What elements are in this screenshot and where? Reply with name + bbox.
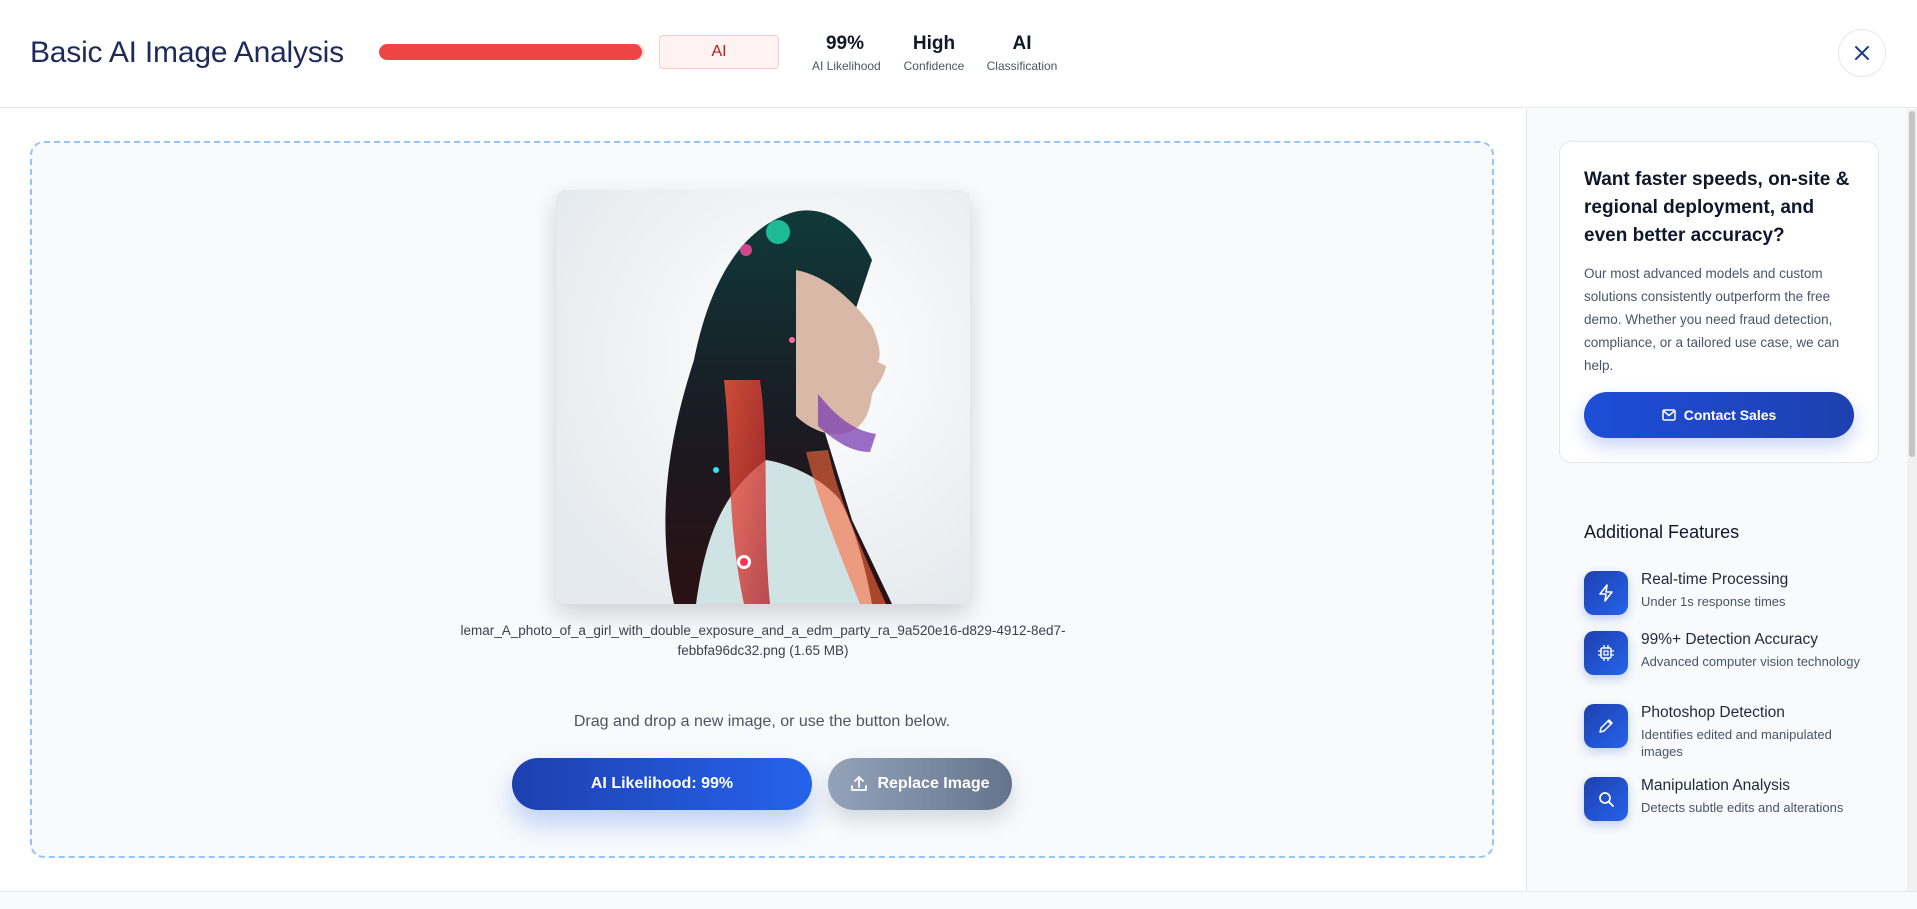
main-panel: lemar_A_photo_of_a_girl_with_double_expo… [0, 109, 1526, 891]
contact-sales-label: Contact Sales [1683, 407, 1777, 423]
stat-label: AI Likelihood [812, 59, 881, 73]
feature-desc: Detects subtle edits and alterations [1641, 800, 1844, 815]
feature-title: Photoshop Detection [1641, 704, 1785, 721]
stat-label: Confidence [903, 59, 965, 73]
app-header: Basic AI Image Analysis AI 99% AI Likeli… [0, 0, 1917, 108]
feature-desc: Under 1s response times [1641, 594, 1786, 609]
page-title: Basic AI Image Analysis [30, 36, 344, 69]
replace-image-button[interactable]: Replace Image [828, 758, 1012, 810]
ai-likelihood-bar [379, 44, 645, 60]
classification-badge: AI [659, 35, 779, 69]
image-dropzone[interactable]: lemar_A_photo_of_a_girl_with_double_expo… [30, 141, 1494, 858]
feature-desc: Advanced computer vision technology [1641, 654, 1860, 669]
close-icon [1855, 46, 1869, 60]
scrollbar-thumb[interactable] [1909, 111, 1915, 457]
contact-sales-button[interactable]: Contact Sales [1584, 392, 1854, 438]
replace-image-label: Replace Image [877, 775, 990, 792]
close-button[interactable] [1838, 29, 1886, 77]
stat-value: High [912, 33, 956, 54]
stat-confidence: High Confidence [902, 33, 966, 73]
chip-icon [1584, 631, 1628, 675]
ai-likelihood-button[interactable]: AI Likelihood: 99% [512, 758, 812, 810]
mail-icon [1661, 409, 1676, 421]
features-heading: Additional Features [1584, 522, 1740, 542]
sidebar: Want faster speeds, on-site & regional d… [1526, 109, 1917, 891]
feature-item: Photoshop Detection Identifies edited an… [1584, 704, 1884, 764]
stat-value: 99% [825, 33, 865, 54]
feature-title: Manipulation Analysis [1641, 777, 1791, 794]
ai-likelihood-bar-fill [379, 44, 643, 60]
stat-label: Classification [986, 59, 1058, 73]
stat-value: AI [1012, 33, 1032, 54]
feature-item: 99%+ Detection Accuracy Advanced compute… [1584, 631, 1884, 691]
stat-ai-likelihood: 99% AI Likelihood [812, 33, 881, 73]
search-icon [1584, 777, 1628, 821]
image-preview [556, 190, 970, 604]
feature-item: Manipulation Analysis Detects subtle edi… [1584, 777, 1884, 837]
upload-icon [851, 776, 868, 791]
dropzone-hint: Drag and drop a new image, or use the bu… [573, 713, 951, 730]
lightning-icon [1584, 571, 1628, 615]
footer-strip [0, 891, 1917, 909]
feature-desc: Identifies edited and manipulated images [1641, 727, 1832, 759]
promo-title: Want faster speeds, on-site & regional d… [1584, 169, 1850, 246]
sidebar-scrollbar[interactable] [1907, 109, 1917, 891]
feature-title: 99%+ Detection Accuracy [1641, 631, 1819, 648]
feature-title: Real-time Processing [1641, 571, 1789, 588]
feature-item: Real-time Processing Under 1s response t… [1584, 571, 1884, 631]
promo-card: Want faster speeds, on-site & regional d… [1559, 141, 1879, 463]
pencil-icon [1584, 704, 1628, 748]
promo-text: Our most advanced models and custom solu… [1584, 266, 1840, 373]
file-name-label: lemar_A_photo_of_a_girl_with_double_expo… [460, 623, 1066, 658]
stat-classification: AI Classification [986, 33, 1058, 73]
